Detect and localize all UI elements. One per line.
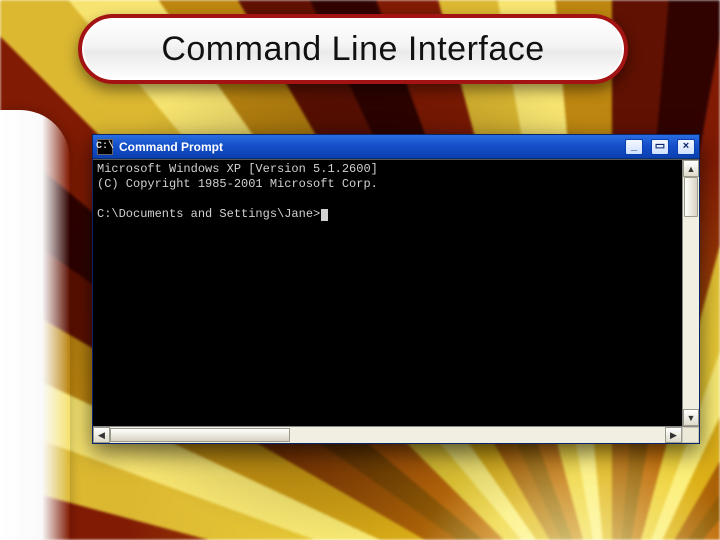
minimize-button[interactable]: _ <box>625 139 643 155</box>
scroll-left-button[interactable]: ◀ <box>93 427 110 443</box>
console-prompt: C:\Documents and Settings\Jane> <box>97 207 320 221</box>
vertical-scroll-track[interactable] <box>683 177 699 409</box>
window-client-area: Microsoft Windows XP [Version 5.1.2600] … <box>93 159 699 426</box>
window-title: Command Prompt <box>119 140 223 154</box>
chevron-down-icon: ▼ <box>687 413 696 423</box>
cursor-icon <box>321 209 328 221</box>
scroll-up-button[interactable]: ▲ <box>683 160 699 177</box>
command-prompt-window: C:\ Command Prompt _ ▭ × Microsoft Windo… <box>92 134 700 444</box>
scroll-right-button[interactable]: ▶ <box>665 427 682 443</box>
console-line: Microsoft Windows XP [Version 5.1.2600] <box>97 162 378 176</box>
scroll-down-button[interactable]: ▼ <box>683 409 699 426</box>
scrollbar-corner <box>682 427 699 443</box>
maximize-button[interactable]: ▭ <box>651 139 669 155</box>
close-button[interactable]: × <box>677 139 695 155</box>
vertical-scroll-thumb[interactable] <box>684 177 698 217</box>
chevron-up-icon: ▲ <box>687 164 696 174</box>
slide-title: Command Line Interface <box>161 30 544 69</box>
horizontal-scrollbar[interactable]: ◀ ▶ <box>93 426 699 443</box>
console-output[interactable]: Microsoft Windows XP [Version 5.1.2600] … <box>93 160 682 426</box>
system-menu-icon[interactable]: C:\ <box>97 139 113 155</box>
chevron-right-icon: ▶ <box>670 430 677 441</box>
horizontal-scroll-track[interactable] <box>110 427 665 443</box>
window-titlebar[interactable]: C:\ Command Prompt _ ▭ × <box>93 135 699 159</box>
slide-side-panel <box>0 110 70 540</box>
slide-title-pill: Command Line Interface <box>78 14 628 84</box>
vertical-scrollbar[interactable]: ▲ ▼ <box>682 160 699 426</box>
chevron-left-icon: ◀ <box>98 430 105 441</box>
horizontal-scroll-thumb[interactable] <box>110 428 290 442</box>
console-line: (C) Copyright 1985-2001 Microsoft Corp. <box>97 177 378 191</box>
